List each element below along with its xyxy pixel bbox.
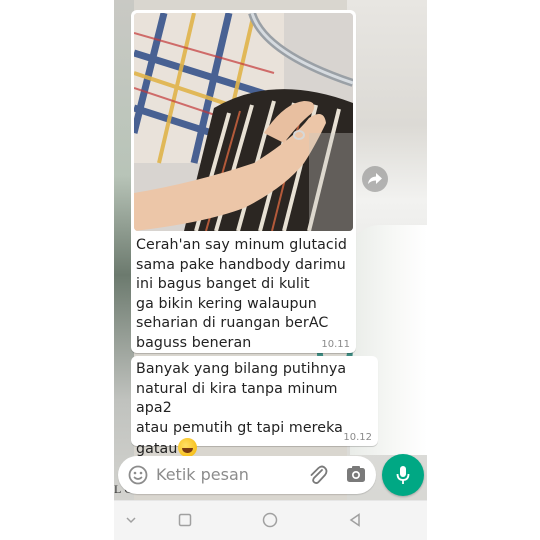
- attach-icon[interactable]: [308, 464, 328, 490]
- system-navigation-bar: [114, 500, 427, 540]
- message-bubble[interactable]: Banyak yang bilang putihnya natural di k…: [131, 356, 378, 457]
- forward-button[interactable]: [362, 166, 388, 192]
- rolling-on-floor-laughing-emoji: [178, 438, 198, 457]
- back-icon[interactable]: [348, 512, 362, 531]
- message-time: 10.12: [343, 432, 372, 443]
- message-text: Cerah'an say minum glutacid sama pake ha…: [136, 237, 347, 351]
- message-input[interactable]: Ketik pesan: [156, 465, 249, 484]
- photo-image: [134, 13, 353, 231]
- mic-icon: [396, 466, 410, 484]
- message-time: 10.11: [321, 339, 350, 350]
- recents-icon[interactable]: [178, 512, 192, 531]
- mic-button[interactable]: [382, 454, 424, 496]
- message-bubble[interactable]: Cerah'an say minum glutacid sama pake ha…: [131, 10, 356, 353]
- chat-screen: ACID LOVE: [114, 0, 427, 540]
- chevron-down-icon[interactable]: [124, 512, 138, 531]
- forward-icon: [368, 173, 382, 184]
- message-text-content: Banyak yang bilang putihnya natural di k…: [136, 361, 347, 457]
- message-text: Banyak yang bilang putihnya natural di k…: [136, 360, 376, 460]
- home-icon[interactable]: [261, 512, 279, 532]
- message-photo[interactable]: [134, 13, 353, 231]
- emoji-icon[interactable]: [128, 465, 148, 489]
- message-composer[interactable]: Ketik pesan: [118, 456, 376, 494]
- camera-icon[interactable]: [346, 465, 366, 487]
